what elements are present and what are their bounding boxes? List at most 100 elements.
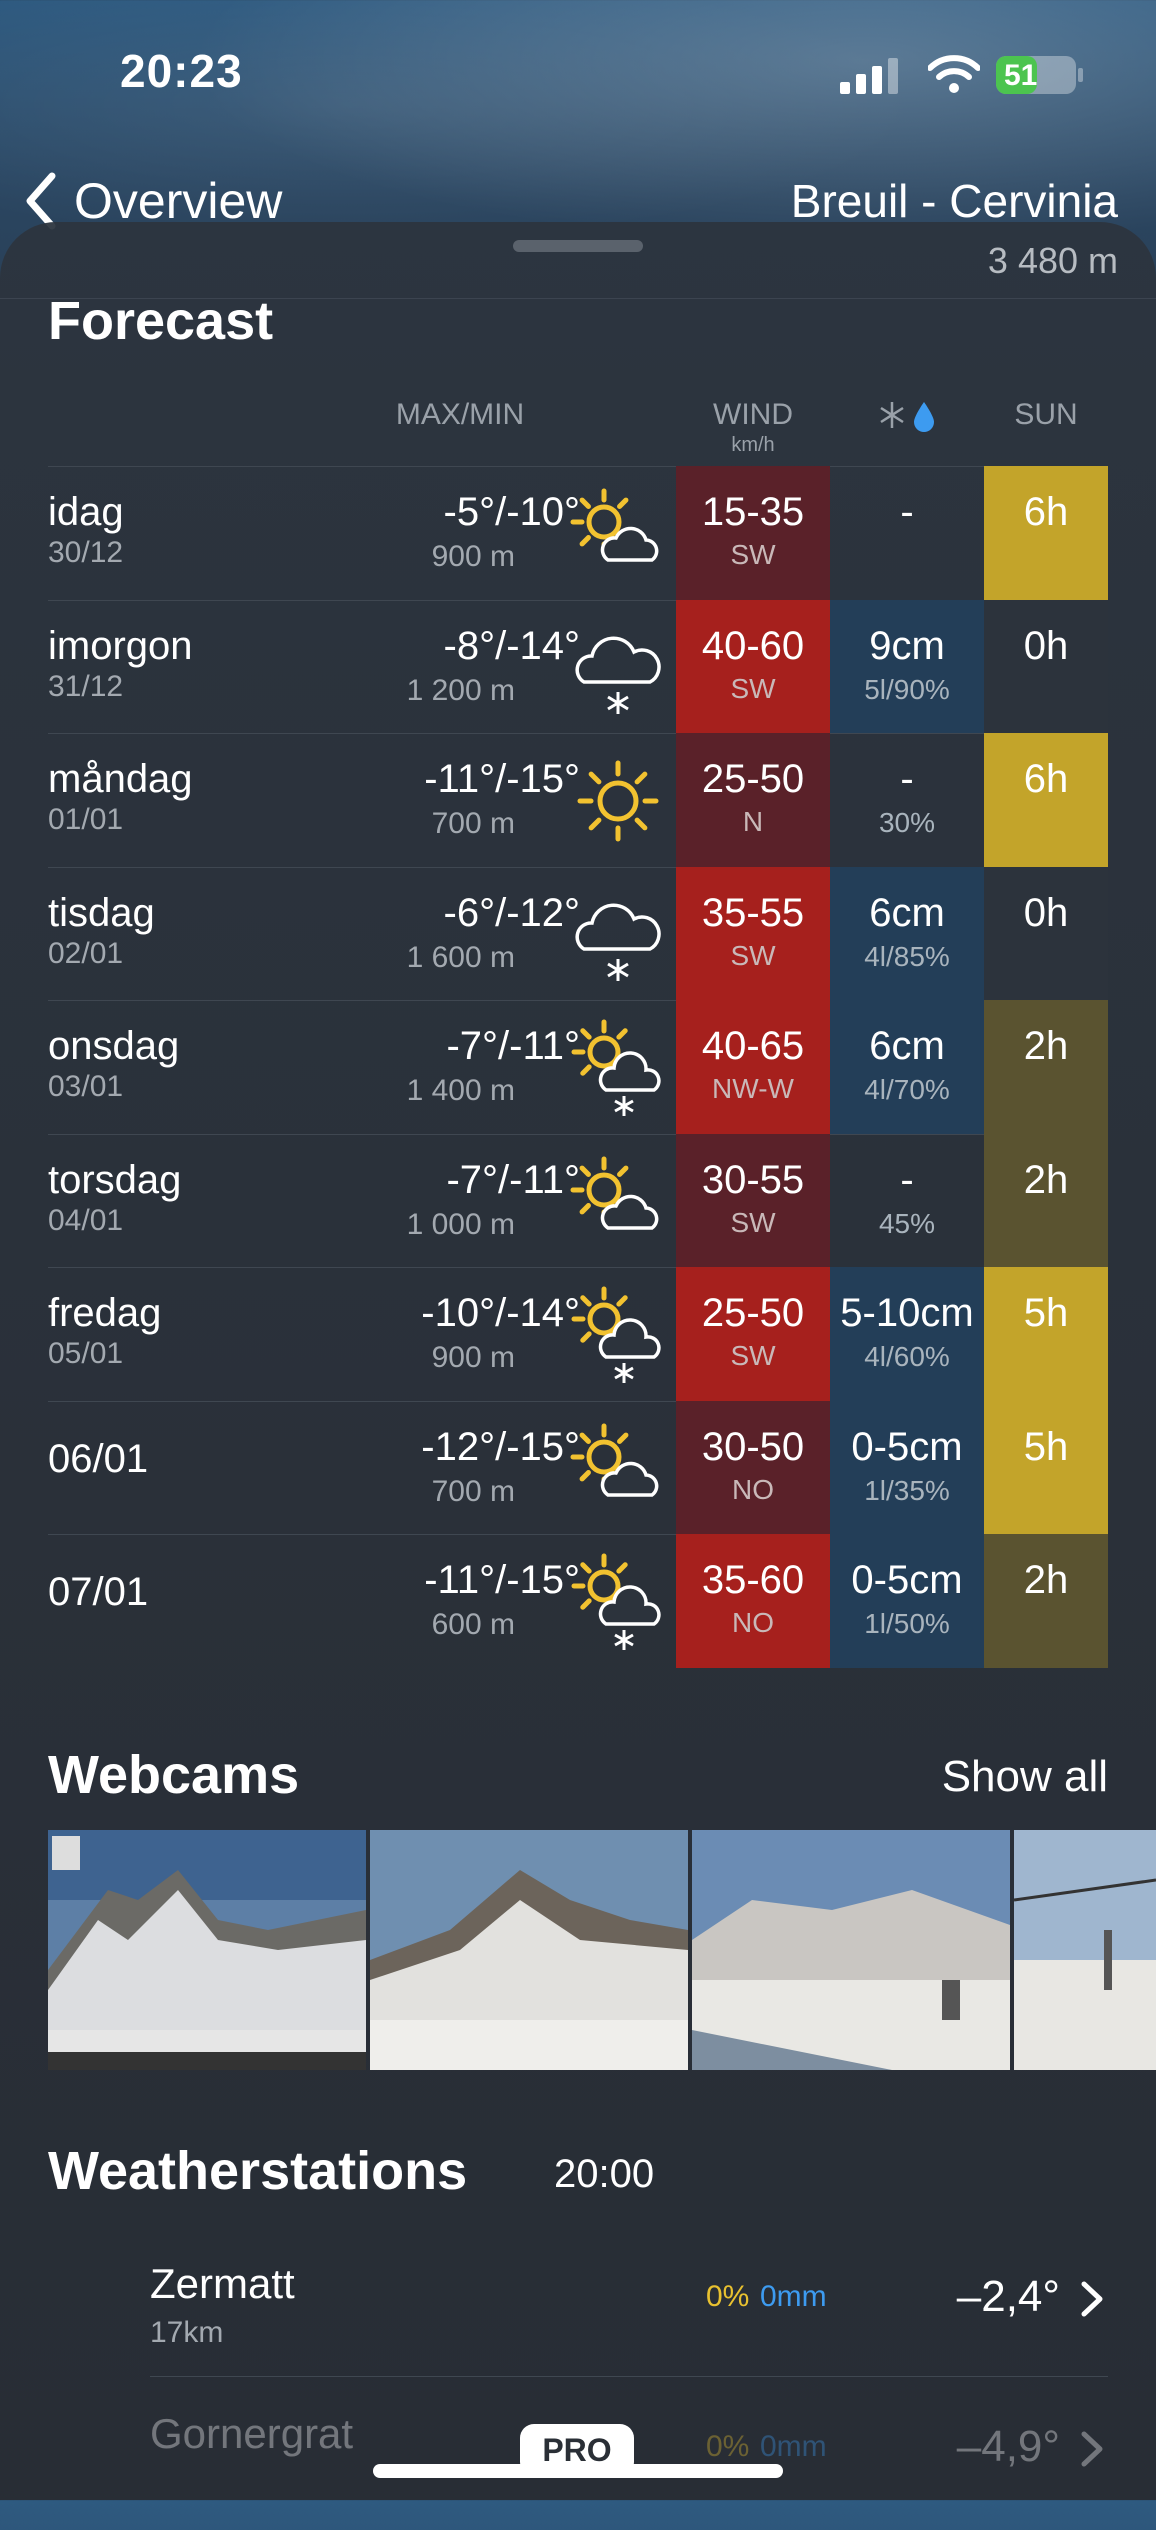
sun-cell: 2h	[984, 1000, 1108, 1134]
battery-tip	[1078, 68, 1083, 82]
cloud-snow-icon	[575, 635, 661, 714]
freezing-level: 1 000 m	[406, 1207, 515, 1241]
wind-speed: 40-60	[701, 623, 805, 668]
station-name: Gornergrat	[150, 2410, 354, 2457]
snow-amount: -	[900, 757, 914, 801]
wind-direction: N	[742, 806, 764, 837]
webcam-image	[1014, 1830, 1156, 2070]
webcam-image	[692, 1830, 1010, 2070]
forecast-row[interactable]: torsdag 04/01 -7°/-11° 1 000 m 30-55 SW - 45% 2h	[0, 1133, 1156, 1268]
forecast-row[interactable]: imorgon 31/12 -8°/-14° 1 200 m 40-60 SW 9cm 5l/…	[0, 599, 1156, 734]
wind-speed: 40-65	[701, 1024, 805, 1068]
wifi-icon	[928, 55, 980, 93]
wind-direction: SW	[730, 1340, 776, 1371]
wind-speed: 25-50	[701, 757, 805, 801]
temperature-maxmin: -8°/-14°	[443, 623, 580, 668]
freezing-level: 700 m	[431, 807, 515, 840]
forecast-day: fredag	[48, 1291, 162, 1335]
wind-direction: SW	[730, 672, 776, 704]
forecast-row[interactable]: måndag 01/01 -11°/-15° 700 m 25-50 N - 30% 6h	[0, 733, 1156, 867]
chevron-right-icon	[1081, 2281, 1103, 2317]
home-indicator[interactable]	[373, 2464, 783, 2478]
forecast-date: 02/01	[48, 936, 124, 970]
freezing-level: 1 600 m	[406, 940, 515, 974]
forecast-day: onsdag	[48, 1024, 180, 1068]
wind-direction: NO	[732, 1607, 774, 1638]
station-temperature: –4,9°	[956, 2422, 1060, 2471]
wind-direction: SW	[730, 539, 776, 570]
forecast-row[interactable]: tisdag 02/01 -6°/-12° 1 600 m 35-55 SW 6cm 4l/8…	[0, 866, 1156, 1001]
snow-amount: 6cm	[869, 890, 945, 935]
sun-hours: 5h	[1023, 1424, 1069, 1469]
webcam-thumbnail-2[interactable]	[370, 1830, 688, 2070]
temperature-maxmin: -10°/-14°	[421, 1291, 580, 1335]
forecast-day: torsdag	[48, 1157, 182, 1202]
snow-cell: -	[830, 466, 984, 600]
forecast-row[interactable]: idag 30/12 -5°/-10° 900 m 15-35 SW - 6h	[0, 466, 1156, 600]
forecast-date: 31/12	[48, 669, 124, 703]
station-name: Zermatt	[150, 2260, 295, 2307]
sun-cell: 2h	[984, 1534, 1108, 1668]
wind-cell: 25-50 N	[676, 733, 830, 867]
precip-detail: 45%	[878, 1207, 936, 1239]
maxmin-header: MAX/MIN	[395, 398, 525, 431]
precip-detail: 5l/90%	[864, 673, 950, 705]
station-distance: 17km	[150, 2316, 224, 2349]
freezing-level: 900 m	[431, 540, 515, 573]
battery-icon: 51	[996, 56, 1076, 94]
snow-cell: - 45%	[830, 1134, 984, 1268]
webcam-thumbnail-1[interactable]	[48, 1830, 366, 2070]
webcam-thumbnail-3[interactable]	[692, 1830, 1010, 2070]
sun-cloud-icon	[570, 1156, 659, 1230]
station-row-zermatt[interactable]: Zermatt 17km 0% 0mm –2,4°	[150, 2260, 1110, 2380]
webcams-title: Webcams	[48, 1745, 300, 1805]
freezing-level: 700 m	[431, 1474, 515, 1508]
snow-cell: - 30%	[830, 733, 984, 867]
wind-cell: 30-55 SW	[676, 1133, 830, 1268]
snow-rain-header-icon	[880, 402, 934, 432]
forecast-row[interactable]: onsdag 03/01 -7°/-11° 1 400 m 40-65 NW-W 6cm 4l…	[0, 1000, 1156, 1134]
location-altitude: 3 480 m	[987, 240, 1118, 281]
battery-level: 51	[1004, 59, 1038, 92]
sheet-grabber[interactable]	[513, 240, 643, 252]
snow-amount: 9cm	[869, 623, 945, 668]
temperature-maxmin: -12°/-15°	[421, 1424, 580, 1469]
wind-cell: 35-60 NO	[676, 1534, 830, 1668]
location-name: Breuil - Cervinia	[790, 175, 1118, 227]
wind-speed: 35-60	[701, 1558, 805, 1602]
sun-cloud-snow-icon	[571, 1553, 661, 1650]
forecast-date: 05/01	[48, 1337, 124, 1370]
forecast-day: imorgon	[48, 623, 193, 668]
temperature-maxmin: -6°/-12°	[443, 890, 580, 935]
forecast-row[interactable]: fredag 05/01 -10°/-14° 900 m 25-50 SW 5-10cm 4l…	[0, 1267, 1156, 1401]
show-all-webcams-link[interactable]: Show all	[942, 1752, 1108, 1802]
forecast-day: 06/01	[48, 1436, 149, 1481]
sun-hours: 2h	[1023, 1024, 1069, 1068]
temperature-maxmin: -7°/-11°	[446, 1157, 580, 1202]
webcam-thumbnail-4[interactable]	[1014, 1830, 1156, 2070]
precip-probability: 0%	[706, 2280, 750, 2313]
weatherstations-time: 20:00	[554, 2152, 655, 2196]
snow-cell: 6cm 4l/70%	[830, 1000, 984, 1134]
sun-hours: 2h	[1023, 1157, 1069, 1202]
temperature-maxmin: -5°/-10°	[443, 490, 580, 534]
wind-direction: SW	[730, 939, 776, 971]
sun-cell: 5h	[984, 1400, 1108, 1535]
forecast-row[interactable]: 06/01 -12°/-15° 700 m 30-50 NO 0-5cm 1l/35% 5h	[0, 1400, 1156, 1535]
sun-hours: 2h	[1023, 1558, 1069, 1602]
snow-amount: -	[900, 1157, 914, 1202]
forecast-title: Forecast	[48, 291, 274, 351]
webcam-image	[370, 1830, 688, 2070]
sun-hours: 6h	[1023, 490, 1069, 534]
snow-cell: 6cm 4l/85%	[830, 866, 984, 1001]
status-time: 20:23	[120, 45, 243, 97]
wind-direction: SW	[730, 1206, 776, 1238]
precip-detail: 4l/85%	[864, 940, 950, 972]
chevron-right-icon	[1081, 2431, 1103, 2467]
snow-cell: 5-10cm 4l/60%	[830, 1267, 984, 1401]
sun-header: SUN	[1014, 398, 1078, 431]
sun-cell: 6h	[984, 466, 1108, 600]
forecast-row[interactable]: 07/01 -11°/-15° 600 m 35-60 NO 0-5cm 1l/50% 2h	[0, 1534, 1156, 1668]
sun-cloud-snow-icon	[571, 1019, 661, 1116]
freezing-level: 1 400 m	[406, 1074, 515, 1107]
